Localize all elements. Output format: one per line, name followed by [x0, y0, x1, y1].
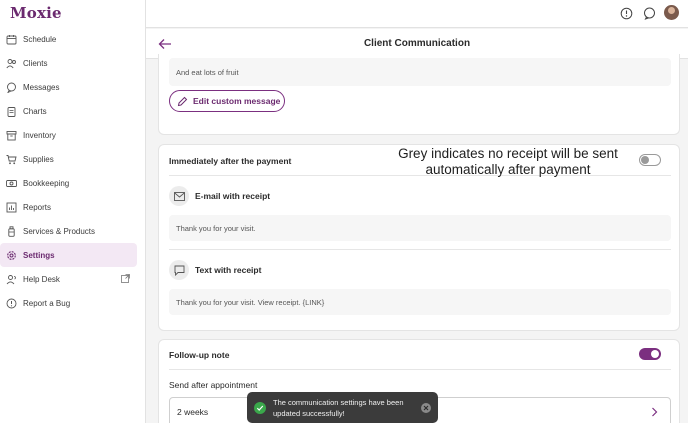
annotation-line: Grey indicates no receipt will be sent: [398, 146, 618, 161]
after-payment-toggle[interactable]: [639, 154, 661, 166]
annotation-line: automatically after payment: [425, 162, 591, 177]
sidebar-item-label: Supplies: [23, 154, 54, 164]
divider: [169, 249, 671, 250]
sidebar-item-clients[interactable]: Clients: [0, 51, 146, 75]
gear-icon: [6, 250, 17, 261]
sidebar-item-settings[interactable]: Settings: [0, 243, 137, 267]
follow-up-toggle[interactable]: [639, 348, 661, 360]
toast-line: The communication settings have been: [273, 398, 404, 407]
sidebar-item-reports[interactable]: Reports: [0, 195, 146, 219]
cart-icon: [6, 154, 17, 165]
user-help-icon: [6, 274, 17, 285]
sidebar-item-label: Inventory: [23, 130, 56, 140]
send-after-label: Send after appointment: [169, 380, 258, 390]
sidebar-item-charts[interactable]: Charts: [0, 99, 146, 123]
custom-message-card: And eat lots of fruit Edit custom messag…: [158, 54, 680, 135]
text-receipt-label: Text with receipt: [195, 265, 262, 275]
archive-icon: [6, 130, 17, 141]
custom-message-text: And eat lots of fruit: [169, 58, 671, 86]
external-link-icon: [121, 274, 130, 285]
sidebar-item-label: Settings: [23, 250, 55, 260]
text-receipt-message[interactable]: Thank you for your visit. View receipt. …: [169, 289, 671, 315]
sidebar-item-label: Bookkeeping: [23, 178, 70, 188]
follow-up-title: Follow-up note: [169, 350, 230, 360]
alert-icon: [6, 298, 17, 309]
sidebar-item-schedule[interactable]: Schedule: [0, 27, 146, 51]
chevron-right-icon: [651, 407, 658, 419]
check-icon: [254, 402, 266, 414]
avatar[interactable]: [664, 5, 679, 20]
sidebar-item-label: Reports: [23, 202, 52, 212]
pencil-icon: [177, 96, 188, 107]
edit-custom-message-button[interactable]: Edit custom message: [169, 90, 285, 112]
chat-icon[interactable]: [643, 7, 656, 20]
sidebar-item-label: Schedule: [23, 34, 57, 44]
toast-line: updated successfully!: [273, 409, 345, 418]
sidebar-item-label: Charts: [23, 106, 47, 116]
sidebar-item-supplies[interactable]: Supplies: [0, 147, 146, 171]
sidebar-item-bookkeeping[interactable]: Bookkeeping: [0, 171, 146, 195]
sidebar-item-report-bug[interactable]: Report a Bug: [0, 291, 146, 315]
chat-icon: [6, 82, 17, 93]
page-title: Client Communication: [363, 38, 471, 49]
sidebar-item-services-products[interactable]: Services & Products: [0, 219, 146, 243]
info-icon[interactable]: [620, 7, 633, 20]
sidebar-item-label: Messages: [23, 82, 60, 92]
top-bar: [146, 0, 688, 28]
send-after-value: 2 weeks: [177, 407, 209, 417]
users-icon: [6, 58, 17, 69]
sidebar-item-label: Report a Bug: [23, 298, 71, 308]
sidebar-item-help-desk[interactable]: Help Desk: [0, 267, 146, 291]
edit-custom-message-label: Edit custom message: [193, 96, 281, 106]
sidebar-item-messages[interactable]: Messages: [0, 75, 146, 99]
sidebar-item-inventory[interactable]: Inventory: [0, 123, 146, 147]
bottle-icon: [6, 225, 17, 237]
calendar-icon: [6, 34, 17, 45]
sidebar-nav: Schedule Clients Messages Charts Invento…: [0, 27, 146, 315]
toast-message: The communication settings have been upd…: [273, 397, 413, 419]
annotation-note: Grey indicates no receipt will be sent a…: [388, 146, 628, 178]
after-payment-title: Immediately after the payment: [169, 156, 292, 166]
text-message-icon: [169, 260, 189, 280]
clipboard-icon: [6, 106, 17, 117]
divider: [169, 369, 671, 370]
sidebar-item-label: Clients: [23, 58, 48, 68]
close-icon[interactable]: [421, 403, 431, 413]
money-icon: [6, 178, 17, 189]
sidebar: Moxie Schedule Clients Messages Charts I…: [0, 0, 146, 423]
success-toast: The communication settings have been upd…: [247, 392, 438, 423]
sidebar-item-label: Help Desk: [23, 274, 60, 284]
bar-chart-icon: [6, 202, 17, 213]
email-receipt-message[interactable]: Thank you for your visit.: [169, 215, 671, 241]
app-logo[interactable]: Moxie: [10, 4, 62, 22]
email-receipt-label: E-mail with receipt: [195, 191, 271, 201]
sidebar-item-label: Services & Products: [23, 226, 96, 236]
envelope-icon: [169, 186, 189, 206]
